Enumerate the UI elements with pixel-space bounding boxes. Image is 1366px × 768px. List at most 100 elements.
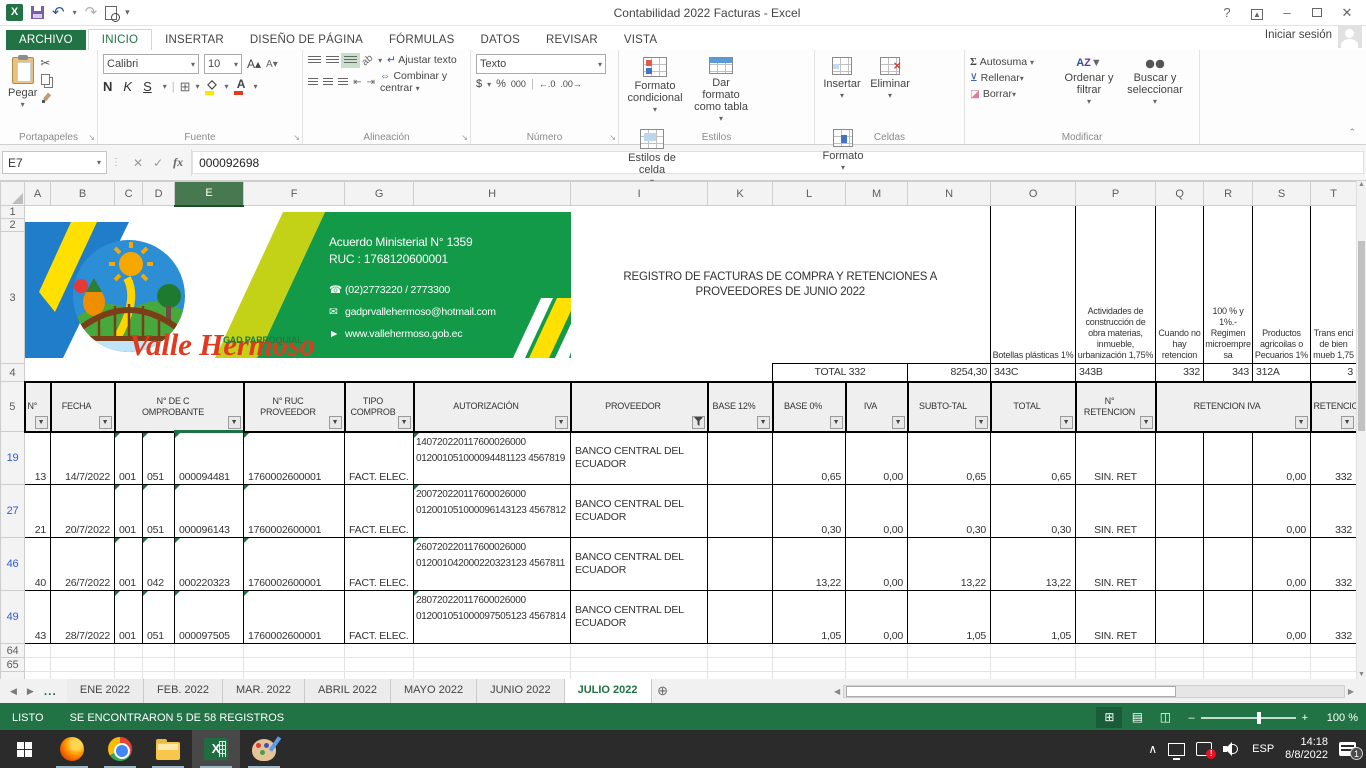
total-343c-cell[interactable]: 343C (991, 364, 1076, 382)
cell-comprobante[interactable]: 000220323 (175, 538, 244, 591)
formula-input[interactable]: 000092698 (192, 151, 1364, 174)
filter-dropdown-icon[interactable]: ▼ (228, 416, 241, 429)
underline-button[interactable]: S (143, 79, 152, 94)
header-base0[interactable]: BASE 0%▼ (773, 382, 846, 432)
column-header-F[interactable]: F (244, 182, 345, 206)
header-proveedor[interactable]: PROVEEDOR (571, 382, 708, 432)
cell-proveedor[interactable]: BANCO CENTRAL DEL ECUADOR (571, 538, 708, 591)
sheet-more-tabs[interactable]: ... (44, 684, 57, 698)
vertical-scrollbar-thumb[interactable] (1358, 241, 1365, 431)
save-icon[interactable] (31, 6, 44, 19)
filter-dropdown-icon[interactable]: ▼ (1140, 416, 1153, 429)
cell-fecha[interactable]: 26/7/2022 (51, 538, 115, 591)
banner-cell[interactable]: Valle Hermoso GAD PARROQUIAL Acuerdo Min… (25, 206, 571, 364)
close-icon[interactable]: ✕ (1334, 3, 1360, 23)
customize-qat-icon[interactable]: ▾ (125, 7, 130, 18)
zoom-level[interactable]: 100 % (1318, 712, 1358, 724)
formula-bar-splitter[interactable]: ⋮ (111, 157, 121, 168)
report-title-cell[interactable]: REGISTRO DE FACTURAS DE COMPRA Y RETENCI… (571, 206, 991, 364)
cell-n[interactable]: 43 (25, 591, 51, 644)
copy-icon[interactable] (41, 74, 50, 85)
autosum-button[interactable]: Σ Autosuma ▾ (970, 56, 1058, 68)
row-header-64[interactable]: 64 (1, 644, 25, 658)
restore-icon[interactable] (1304, 3, 1330, 23)
sheet-tab-mayo[interactable]: MAYO 2022 (391, 679, 477, 703)
cell-ruc[interactable]: 1760002600001 (244, 432, 345, 485)
number-dialog-launcher-icon[interactable]: ↘ (609, 133, 616, 142)
column-header-I[interactable]: I (571, 182, 708, 206)
sheet-tab-julio[interactable]: JULIO 2022 (565, 679, 652, 703)
cell-tipo[interactable]: FACT. ELEC. (345, 432, 414, 485)
total-sum-cell[interactable]: 8254,30 (908, 364, 991, 382)
collapse-ribbon-icon[interactable]: ⌃ (1348, 127, 1356, 138)
horizontal-scrollbar-thumb[interactable] (846, 686, 1176, 697)
filter-dropdown-icon[interactable]: ▼ (830, 416, 843, 429)
cell-proveedor[interactable]: BANCO CENTRAL DEL ECUADOR (571, 432, 708, 485)
tall-header-transferencia[interactable]: Trans enci de bien mueb 1,75 (1311, 206, 1357, 364)
cell-base12[interactable] (708, 591, 773, 644)
cell-empty[interactable] (1156, 591, 1204, 644)
cell-serie2[interactable]: 051 (143, 432, 175, 485)
zoom-out-icon[interactable]: – (1188, 712, 1194, 724)
cell-comprobante[interactable]: 000097505 (175, 591, 244, 644)
fill-button[interactable]: ⊻ Rellenar▾ (970, 72, 1058, 84)
paste-button[interactable]: Pegar▾ (5, 54, 40, 126)
decrease-font-icon[interactable]: A▾ (266, 59, 278, 70)
filter-dropdown-icon[interactable]: ▼ (329, 416, 342, 429)
filter-dropdown-icon[interactable]: ▼ (757, 416, 770, 429)
column-header-E[interactable]: E (175, 182, 244, 206)
sheet-tab-abril[interactable]: ABRIL 2022 (305, 679, 391, 703)
cell-ruc[interactable]: 1760002600001 (244, 538, 345, 591)
tall-header-agricolas[interactable]: Productos agricoilas o Pecuarios 1% (1253, 206, 1311, 364)
column-header-L[interactable]: L (773, 182, 846, 206)
cell-retencion-iva[interactable]: 0,00 (1253, 591, 1311, 644)
row-header-46[interactable]: 46 (1, 538, 25, 591)
tab-revisar[interactable]: REVISAR (533, 30, 611, 50)
cell-base0[interactable]: 13,22 (773, 538, 846, 591)
cell-iva[interactable]: 0,00 (846, 485, 908, 538)
cell-serie2[interactable]: 042 (143, 538, 175, 591)
cell-subtotal[interactable]: 1,05 (908, 591, 991, 644)
header-retencion-t[interactable]: RETENCION▼ (1311, 382, 1357, 432)
column-header-Q[interactable]: Q (1156, 182, 1204, 206)
tab-inicio[interactable]: INICIO (88, 29, 152, 50)
zoom-slider[interactable]: – + (1188, 712, 1308, 724)
cell-retencion-iva[interactable]: 0,00 (1253, 432, 1311, 485)
increase-font-icon[interactable]: A▴ (247, 57, 261, 71)
excel-logo-icon[interactable]: X (6, 4, 23, 21)
cell-num-retencion[interactable]: SIN. RET (1076, 591, 1156, 644)
total-label-cell[interactable]: TOTAL 332 (773, 364, 908, 382)
tray-chevron-icon[interactable]: ∧ (1148, 742, 1157, 756)
header-comprobante[interactable]: N° DE C OMPROBANTE▼ (115, 382, 244, 432)
vertical-scrollbar[interactable]: ▲▼ (1356, 181, 1366, 679)
cell-num-retencion[interactable]: SIN. RET (1076, 538, 1156, 591)
undo-dropdown-icon[interactable]: ▾ (73, 8, 77, 17)
filter-dropdown-icon[interactable]: ▼ (975, 416, 988, 429)
fill-color-icon[interactable]: ◇ (205, 78, 220, 95)
start-button[interactable] (0, 730, 48, 768)
tab-formulas[interactable]: FÓRMULAS (376, 30, 468, 50)
sheet-tab-junio[interactable]: JUNIO 2022 (477, 679, 565, 703)
cell-empty[interactable] (1204, 591, 1253, 644)
decrease-indent-icon[interactable]: ⇤ (353, 77, 361, 88)
sheet-tab-ene[interactable]: ENE 2022 (67, 679, 144, 703)
ribbon-display-options-icon[interactable]: ▲ (1244, 3, 1270, 23)
cell-empty[interactable] (25, 364, 773, 382)
cell-serie1[interactable]: 001 (115, 432, 143, 485)
font-size-select[interactable]: 10▾ (204, 54, 242, 74)
taskbar-paint[interactable] (240, 730, 288, 768)
delete-cells-button[interactable]: × Eliminar▾ (867, 54, 913, 126)
align-right-icon[interactable] (338, 78, 348, 87)
tall-header-microempresa[interactable]: 100 % y 1%.- Regimen microempresa (1204, 206, 1253, 364)
italic-button[interactable]: K (123, 79, 132, 94)
conditional-format-button[interactable]: Formato condicional▾ (624, 54, 686, 126)
filter-dropdown-icon[interactable]: ▼ (1341, 416, 1354, 429)
filter-active-funnel-icon[interactable] (692, 416, 705, 429)
cell-base0[interactable]: 0,65 (773, 432, 846, 485)
cell-tipo[interactable]: FACT. ELEC. (345, 485, 414, 538)
cell-n[interactable]: 13 (25, 432, 51, 485)
header-num-retencion[interactable]: N° RETENCION▼ (1076, 382, 1156, 432)
minimize-icon[interactable]: – (1274, 3, 1300, 23)
currency-format-icon[interactable]: $ (476, 78, 482, 90)
cell-serie1[interactable]: 001 (115, 538, 143, 591)
